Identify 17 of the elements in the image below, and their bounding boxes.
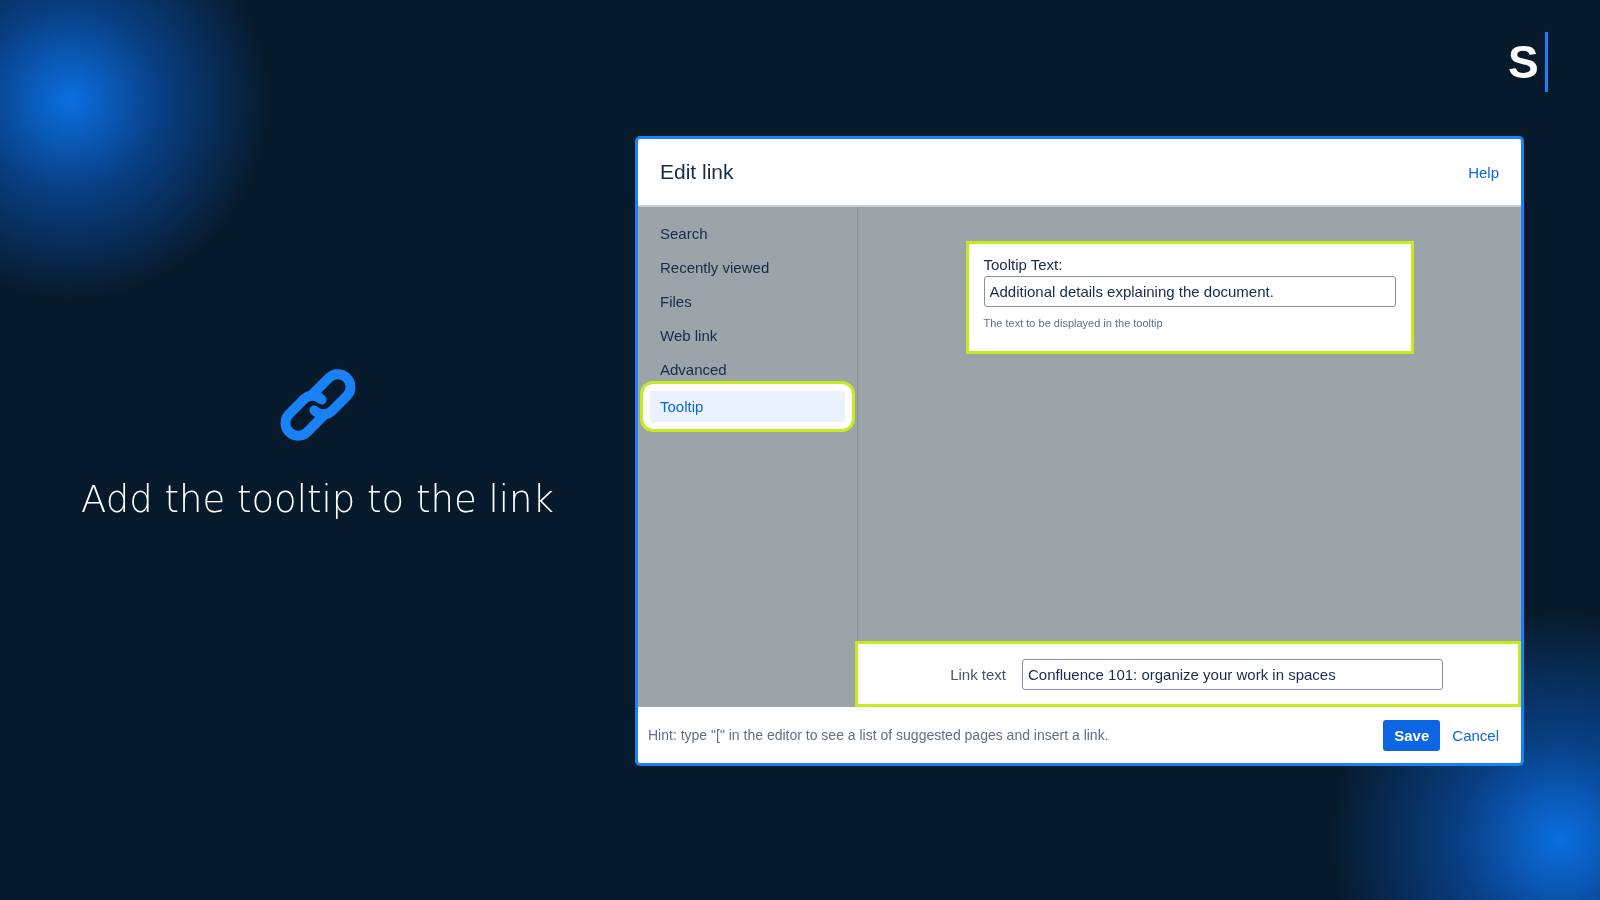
save-button[interactable]: Save — [1383, 719, 1441, 751]
logo: S — [1508, 32, 1548, 92]
hint-text: Hint: type "[" in the editor to see a list of suggested pages and insert a link. — [648, 727, 1109, 743]
help-text: The text to be displayed in the tooltip — [983, 317, 1164, 329]
sidebar-item[interactable]: Recently viewed — [650, 255, 845, 280]
sidebar-item[interactable]: Files — [650, 289, 845, 314]
sidebar-item[interactable]: Advanced — [650, 357, 845, 382]
sidebar-item[interactable]: Search — [650, 221, 845, 246]
field-label: Tooltip Text: — [983, 256, 1064, 273]
cancel-link[interactable]: Cancel — [1450, 719, 1501, 751]
dialog-title: Edit link — [660, 160, 734, 184]
tooltip-text-field[interactable]: Additional details explaining the document. — [983, 276, 1396, 307]
link-text-field[interactable]: Confluence 101: organize your work in spaces — [1022, 658, 1443, 690]
field-label: Link text — [950, 665, 1006, 683]
help-link[interactable]: Help — [1468, 163, 1499, 181]
sidebar-item[interactable]: Web link — [650, 323, 845, 348]
slide-caption: Add the tooltip to the link — [81, 478, 554, 521]
